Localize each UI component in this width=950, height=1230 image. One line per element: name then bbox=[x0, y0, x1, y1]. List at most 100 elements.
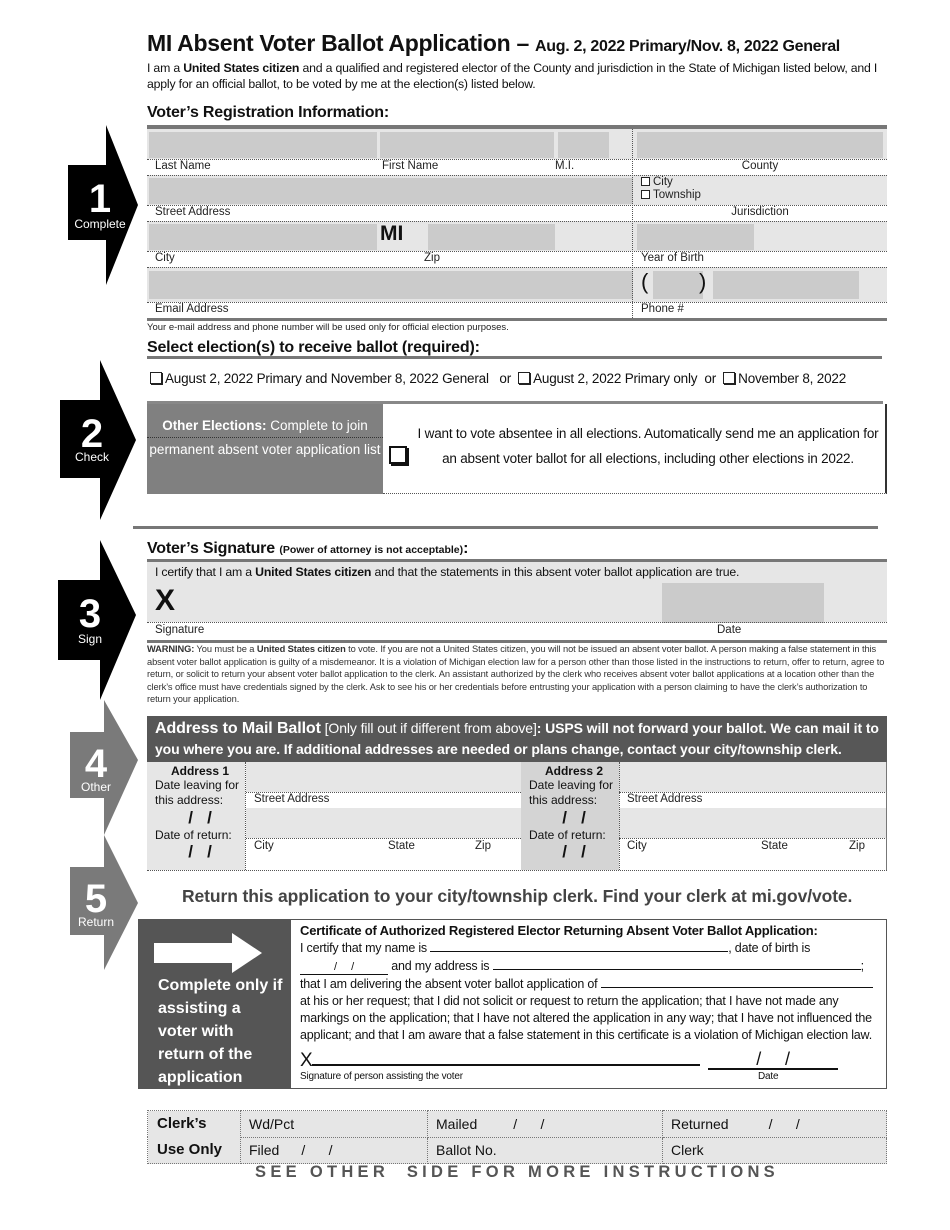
signature-label: Signature bbox=[155, 624, 205, 636]
assistant-address-field[interactable] bbox=[492, 957, 861, 970]
wdpct-field[interactable]: Wd/Pct bbox=[240, 1110, 428, 1138]
title-main: MI Absent Voter Ballot Application – bbox=[147, 30, 529, 56]
city-option[interactable]: City bbox=[641, 176, 701, 189]
checkbox-icon[interactable] bbox=[150, 372, 162, 384]
first-name-input[interactable] bbox=[380, 132, 554, 158]
date-label: Date bbox=[717, 624, 742, 636]
email-label: Email Address bbox=[155, 303, 229, 315]
city-input[interactable] bbox=[149, 224, 377, 250]
registration-grid: Last Name First Name M.I. County City To… bbox=[147, 129, 887, 319]
step-1-chevron: 1 Complete bbox=[66, 125, 141, 285]
address-1-street-input[interactable] bbox=[246, 762, 521, 792]
leaving-date-input[interactable]: / / bbox=[155, 808, 245, 828]
first-name-label: First Name bbox=[382, 160, 439, 172]
street-address-label: Street Address bbox=[155, 206, 231, 218]
year-of-birth-label: Year of Birth bbox=[641, 252, 704, 264]
year-of-birth-input[interactable] bbox=[637, 224, 754, 250]
phone-paren-close: ) bbox=[699, 269, 707, 294]
middle-initial-input[interactable] bbox=[558, 132, 609, 158]
jurisdiction-label: Jurisdiction bbox=[731, 206, 789, 218]
zip-label: Zip bbox=[424, 252, 440, 264]
filed-field[interactable]: Filed / / bbox=[240, 1136, 428, 1164]
step-word: Other bbox=[80, 780, 111, 794]
county-input[interactable] bbox=[637, 132, 883, 158]
leaving-date-input[interactable]: / / bbox=[529, 808, 619, 828]
step-4-chevron: 4 Other bbox=[68, 700, 140, 835]
option-primary-only[interactable]: August 2, 2022 Primary only bbox=[518, 371, 698, 386]
footer-note: SEE OTHER SIDE FOR MORE INSTRUCTIONS bbox=[255, 1163, 779, 1181]
checkbox-icon[interactable] bbox=[641, 177, 650, 186]
address-2-street-input[interactable] bbox=[619, 762, 887, 792]
phone-area-code-input[interactable] bbox=[653, 271, 703, 299]
last-name-input[interactable] bbox=[149, 132, 377, 158]
mi-label: M.I. bbox=[555, 160, 575, 172]
certify-text: I certify that I am a United States citi… bbox=[155, 565, 740, 579]
assistant-signature-field[interactable] bbox=[312, 1050, 701, 1066]
step-word: Return bbox=[77, 915, 115, 929]
township-option[interactable]: Township bbox=[641, 189, 701, 202]
clerk-use-table: Clerk’s Use Only Wd/Pct Mailed / / Returne… bbox=[147, 1110, 887, 1164]
phone-number-input[interactable] bbox=[713, 271, 859, 299]
signature-heading: Voter’s Signature (Power of attorney is … bbox=[147, 540, 469, 557]
assist-instructions: Complete only if assisting a voter with … bbox=[158, 977, 283, 1086]
checkbox-icon[interactable] bbox=[518, 372, 531, 384]
state-value: MI bbox=[380, 222, 404, 245]
signature-x-mark: X bbox=[155, 584, 176, 617]
step-word: Complete bbox=[74, 217, 126, 231]
ballot-no-field[interactable]: Ballot No. bbox=[427, 1136, 663, 1164]
step-word: Check bbox=[74, 450, 109, 464]
permanent-list-option: I want to vote absentee in all elections… bbox=[383, 404, 887, 494]
step-2-chevron: 2 Check bbox=[58, 360, 138, 520]
jurisdiction-type-options: City Township bbox=[641, 176, 701, 202]
checkbox-icon[interactable] bbox=[641, 190, 650, 199]
assist-panel: Complete only if assisting a voter with … bbox=[138, 919, 290, 1089]
intro-text: I am a United States citizen and a quali… bbox=[147, 61, 878, 91]
permanent-list-box: Other Elections: Complete to join perman… bbox=[147, 401, 887, 494]
returned-field[interactable]: Returned / / bbox=[662, 1110, 887, 1138]
last-name-label: Last Name bbox=[155, 160, 211, 172]
email-input[interactable] bbox=[149, 271, 633, 299]
assistant-dob-field[interactable]: / / bbox=[300, 961, 388, 975]
address-1-dates: Address 1 Date leaving for this address:… bbox=[147, 762, 245, 870]
other-elections-panel: Other Elections: Complete to join perman… bbox=[147, 404, 383, 494]
permanent-list-text: I want to vote absentee in all elections… bbox=[417, 426, 879, 466]
mail-address-header: Address to Mail Ballot [Only fill out if… bbox=[147, 716, 887, 762]
divider bbox=[147, 318, 887, 321]
election-options: August 2, 2022 Primary and November 8, 2… bbox=[150, 371, 846, 386]
divider bbox=[133, 526, 878, 529]
phone-label: Phone # bbox=[641, 303, 684, 315]
street-address-input[interactable] bbox=[149, 178, 633, 204]
certificate-box: Certificate of Authorized Registered Ele… bbox=[290, 919, 887, 1089]
assistant-date-field[interactable]: / / bbox=[708, 1050, 838, 1070]
address-1-city-state-zip-input[interactable] bbox=[246, 808, 521, 838]
step-5-chevron: 5 Return bbox=[68, 835, 140, 970]
mail-address-grid: Address 1 Date leaving for this address:… bbox=[147, 762, 887, 871]
step-3-chevron: 3 Sign bbox=[56, 540, 138, 700]
checkbox-icon[interactable] bbox=[723, 372, 736, 384]
clerk-field[interactable]: Clerk bbox=[662, 1136, 887, 1164]
mailed-field[interactable]: Mailed / / bbox=[427, 1110, 663, 1138]
registration-heading: Voter’s Registration Information: bbox=[147, 104, 390, 121]
certificate-body: at his or her request; that I did not so… bbox=[300, 994, 872, 1042]
return-date-input[interactable]: / / bbox=[529, 842, 619, 862]
title-subtitle: Aug. 2, 2022 Primary/Nov. 8, 2022 Genera… bbox=[535, 38, 840, 55]
return-heading: Return this application to your city/tow… bbox=[182, 886, 853, 906]
warning-text: WARNING: You must be a United States cit… bbox=[147, 644, 885, 704]
address-2-city-state-zip-input[interactable] bbox=[619, 808, 887, 838]
option-primary-and-general[interactable]: August 2, 2022 Primary and November 8, 2… bbox=[150, 371, 489, 386]
permanent-list-checkbox[interactable] bbox=[389, 446, 407, 464]
signature-field[interactable] bbox=[187, 584, 647, 620]
city-label: City bbox=[155, 252, 175, 264]
county-label: County bbox=[741, 160, 779, 172]
option-general-only[interactable]: November 8, 2022 bbox=[723, 371, 846, 386]
voter-name-field[interactable] bbox=[600, 975, 873, 988]
step-number: 1 bbox=[88, 177, 112, 221]
step-number: 3 bbox=[78, 592, 102, 636]
assistant-name-field[interactable] bbox=[430, 939, 729, 952]
step-word: Sign bbox=[77, 632, 103, 646]
signature-date-input[interactable] bbox=[662, 583, 824, 623]
elections-heading: Select election(s) to receive ballot (re… bbox=[147, 339, 480, 356]
signature-box: I certify that I am a United States citi… bbox=[147, 562, 887, 623]
zip-input[interactable] bbox=[428, 224, 555, 250]
return-date-input[interactable]: / / bbox=[155, 842, 245, 862]
